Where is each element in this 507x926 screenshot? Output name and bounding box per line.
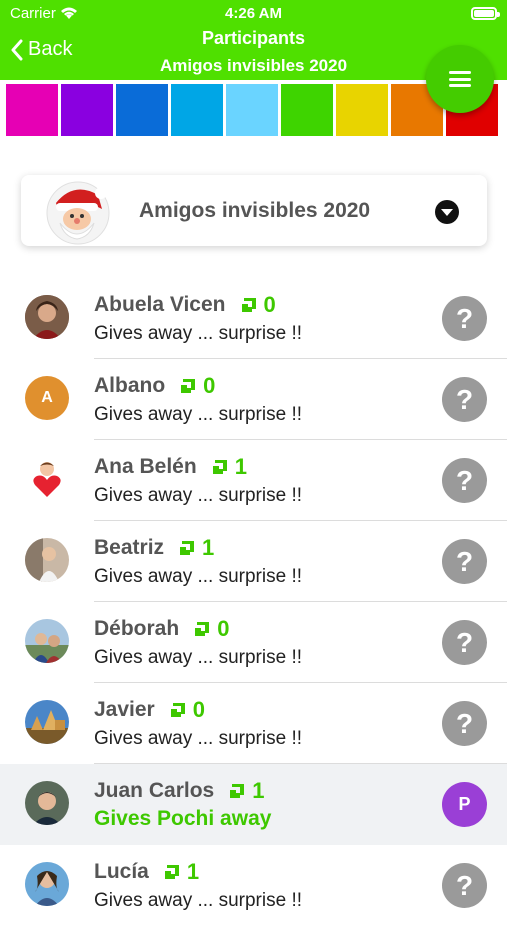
- page-title: Participants: [201, 28, 306, 48]
- participant-row[interactable]: Beatriz 1 Gives away ... surprise !! ?: [0, 521, 507, 602]
- recipient-badge[interactable]: P: [442, 782, 487, 827]
- avatar: [25, 781, 69, 825]
- avatar: [25, 619, 69, 663]
- battery-icon: [471, 7, 500, 20]
- participant-name: Javier: [94, 698, 155, 721]
- santa-avatar-icon: [46, 181, 110, 245]
- avatar: [25, 295, 69, 339]
- participant-name: Lucía: [94, 860, 149, 883]
- color-swatch[interactable]: [336, 84, 388, 136]
- gift-count: 0: [217, 616, 230, 641]
- avatar: [25, 700, 69, 744]
- avatar: [25, 457, 69, 501]
- unknown-status-icon[interactable]: ?: [442, 620, 487, 665]
- gift-count: 1: [186, 859, 200, 884]
- group-selector[interactable]: Amigos invisibles 2020: [21, 175, 487, 246]
- gift-count-icon: [170, 703, 185, 717]
- avatar: A: [25, 376, 69, 420]
- gives-text: Gives away ... surprise !!: [94, 323, 303, 344]
- gives-text: Gives away ... surprise !!: [94, 404, 303, 425]
- gift-count: 0: [263, 292, 276, 317]
- gives-text: Gives away ... surprise !!: [94, 485, 303, 506]
- participant-row[interactable]: Abuela Vicen 0 Gives away ... surprise !…: [0, 278, 507, 359]
- participant-row-current[interactable]: Juan Carlos 1 Gives Pochi away P: [0, 764, 507, 845]
- color-swatch[interactable]: [226, 84, 278, 136]
- gift-count-icon: [181, 379, 196, 393]
- participant-name: Ana Belén: [94, 455, 197, 478]
- gives-text: Gives away ... surprise !!: [94, 566, 303, 587]
- participant-row[interactable]: Lucía 1 Gives away ... surprise !! ?: [0, 845, 507, 926]
- menu-button[interactable]: [426, 45, 494, 113]
- gift-count-icon: [195, 622, 210, 636]
- gift-count-icon: [241, 298, 256, 312]
- unknown-status-icon[interactable]: ?: [442, 863, 487, 908]
- avatar: [25, 538, 69, 582]
- participant-row[interactable]: Ana Belén 1 Gives away ... surprise !! ?: [0, 440, 507, 521]
- color-swatch[interactable]: [116, 84, 168, 136]
- unknown-status-icon[interactable]: ?: [442, 458, 487, 503]
- participant-name: Abuela Vicen: [94, 293, 226, 316]
- chevron-down-icon[interactable]: [435, 200, 459, 224]
- color-swatch[interactable]: [6, 84, 58, 136]
- color-swatch[interactable]: [61, 84, 113, 136]
- participant-row[interactable]: Déborah 0 Gives away ... surprise !! ?: [0, 602, 507, 683]
- color-swatch[interactable]: [171, 84, 223, 136]
- clock: 4:26 AM: [225, 5, 282, 22]
- gift-count-icon: [212, 460, 227, 474]
- unknown-status-icon[interactable]: ?: [442, 377, 487, 422]
- gift-count: 1: [234, 454, 247, 479]
- gives-text: Gives away ... surprise !!: [94, 728, 303, 749]
- participant-name: Beatriz: [94, 536, 165, 559]
- color-swatch[interactable]: [281, 84, 333, 136]
- participant-name: Albano: [94, 374, 166, 397]
- gift-count-icon: [230, 784, 245, 798]
- gift-count: 1: [202, 535, 215, 560]
- participant-list: Abuela Vicen 0 Gives away ... surprise !…: [0, 278, 507, 926]
- hamburger-icon: [449, 71, 471, 87]
- participant-name: Juan Carlos: [94, 779, 215, 802]
- participant-row[interactable]: Javier 0 Gives away ... surprise !! ?: [0, 683, 507, 764]
- gift-count: 0: [203, 373, 216, 398]
- avatar: [25, 862, 69, 906]
- unknown-status-icon[interactable]: ?: [442, 296, 487, 341]
- status-bar: Carrier 4:26 AM: [0, 4, 507, 24]
- gives-text: Gives Pochi away: [94, 807, 272, 830]
- gives-text: Gives away ... surprise !!: [94, 647, 303, 668]
- gift-count-icon: [164, 865, 179, 879]
- group-name: Amigos invisibles 2020: [139, 199, 371, 222]
- participant-name: Déborah: [94, 617, 180, 640]
- gift-count-icon: [180, 541, 195, 555]
- unknown-status-icon[interactable]: ?: [442, 539, 487, 584]
- unknown-status-icon[interactable]: ?: [442, 701, 487, 746]
- gives-text: Gives away ... surprise !!: [94, 890, 303, 911]
- participant-row[interactable]: A Albano 0 Gives away ... surprise !! ?: [0, 359, 507, 440]
- gift-count: 1: [252, 778, 265, 803]
- gift-count: 0: [192, 697, 205, 722]
